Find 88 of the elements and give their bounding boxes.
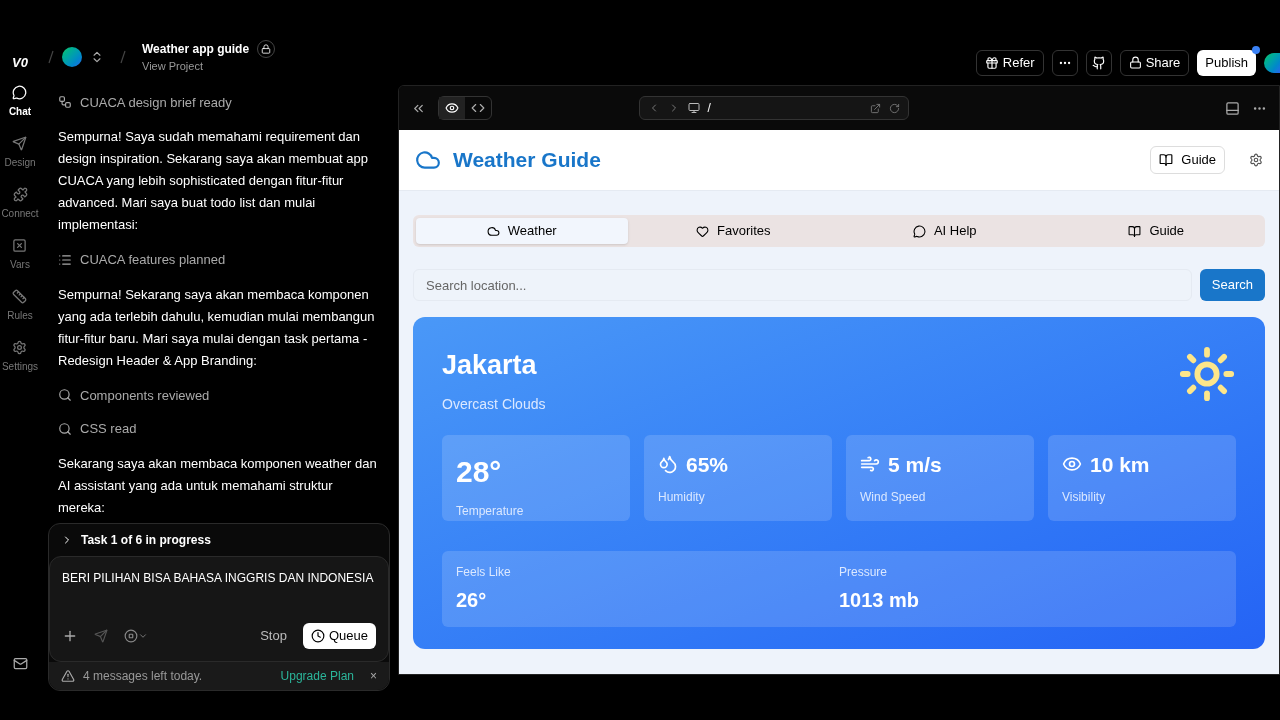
detail-value: 1013 mb bbox=[839, 587, 921, 613]
sun-icon bbox=[1178, 345, 1236, 403]
detail-label: Feels Like bbox=[456, 563, 512, 581]
mail-icon[interactable] bbox=[12, 656, 28, 671]
upgrade-link[interactable]: Upgrade Plan bbox=[280, 666, 354, 685]
send-icon[interactable] bbox=[94, 628, 108, 643]
variable-icon bbox=[12, 238, 28, 253]
refer-button[interactable]: Refer bbox=[975, 49, 1044, 76]
app-tab[interactable]: Guide bbox=[1050, 218, 1262, 244]
separator-icon bbox=[120, 50, 126, 65]
app-tab[interactable]: Favorites bbox=[627, 218, 839, 244]
view-project-link[interactable]: View Project bbox=[142, 58, 276, 75]
project-title: Weather app guide bbox=[142, 41, 250, 58]
heart-icon bbox=[696, 224, 709, 238]
url-path: / bbox=[707, 100, 711, 117]
message-input[interactable]: BERI PILIHAN BISA BAHASA INGGRIS DAN INDONESIA bbox=[62, 568, 376, 607]
rail-item[interactable]: Vars bbox=[10, 238, 30, 289]
stop-button[interactable]: Stop bbox=[260, 625, 287, 646]
step-label: CUACA features planned bbox=[80, 251, 226, 269]
book-icon bbox=[1128, 224, 1142, 238]
step-label: CUACA design brief ready bbox=[80, 93, 232, 112]
step-label: Components reviewed bbox=[80, 386, 210, 405]
rail-item[interactable]: Rules bbox=[7, 289, 33, 340]
book-icon bbox=[1159, 153, 1174, 167]
warning-icon bbox=[61, 668, 75, 683]
detail-label: Pressure bbox=[839, 563, 889, 581]
stat-value: 5 m/s bbox=[888, 451, 942, 478]
chat-icon bbox=[912, 224, 926, 238]
search-field[interactable]: Search location... bbox=[413, 269, 1192, 301]
stat-label: Humidity bbox=[658, 489, 706, 506]
search-icon bbox=[58, 421, 72, 436]
avatar[interactable] bbox=[1264, 52, 1280, 73]
send-icon bbox=[12, 136, 28, 151]
rail-item[interactable]: Chat bbox=[8, 85, 32, 136]
search-icon bbox=[58, 388, 72, 403]
eye-icon bbox=[445, 101, 459, 115]
diagram-icon bbox=[58, 95, 72, 110]
app-title: Weather Guide bbox=[453, 147, 601, 174]
monitor-icon[interactable] bbox=[687, 102, 700, 114]
preview-tab[interactable] bbox=[439, 97, 465, 119]
gift-icon bbox=[984, 55, 999, 70]
detail-value: 26° bbox=[456, 587, 488, 613]
logo[interactable]: V0 bbox=[12, 52, 28, 73]
settings-icon bbox=[12, 340, 28, 355]
github-icon bbox=[1091, 55, 1106, 70]
chat-message: Sekarang saya akan membaca komponen weather dan AI assistant yang ada untuk memahami struktur mereka: bbox=[58, 454, 378, 517]
reload-icon[interactable] bbox=[888, 102, 900, 114]
stat-value: 10 km bbox=[1090, 451, 1150, 478]
task-toggle[interactable]: Task 1 of 6 in progress bbox=[49, 523, 223, 556]
chat-message: Sempurna! Saya sudah memahami requirement dan design inspiration. Sekarang saya akan membuat app CUACA yang lebih sophisticated dengan fitur-fitur advanced. Mari saya buat todo list dan mulai implementasi: bbox=[58, 128, 370, 234]
clock-icon bbox=[310, 628, 325, 643]
stat-label: Wind Speed bbox=[860, 489, 927, 506]
code-icon bbox=[471, 101, 485, 115]
chat-icon bbox=[12, 85, 28, 100]
lock-icon bbox=[1128, 56, 1142, 69]
droplets-icon bbox=[658, 454, 678, 475]
rail-item[interactable]: Design bbox=[4, 136, 36, 187]
queue-button[interactable]: Queue bbox=[302, 622, 376, 649]
weather-condition: Overcast Clouds bbox=[442, 394, 546, 414]
avatar[interactable] bbox=[62, 47, 82, 68]
mode-icon[interactable] bbox=[124, 628, 148, 643]
rail-item[interactable]: Settings bbox=[1, 340, 39, 391]
close-button[interactable]: × bbox=[370, 666, 377, 685]
rail-item[interactable]: Connect bbox=[1, 187, 39, 238]
stat-value: 65% bbox=[686, 451, 729, 478]
settings-icon[interactable] bbox=[1249, 153, 1263, 167]
city-name: Jakarta bbox=[442, 349, 538, 382]
share-button[interactable]: Share bbox=[1119, 49, 1190, 76]
panel-icon[interactable] bbox=[1225, 100, 1240, 116]
separator-icon bbox=[48, 50, 54, 65]
app-tab[interactable]: AI Help bbox=[839, 218, 1051, 244]
guide-button[interactable]: Guide bbox=[1150, 146, 1225, 174]
github-button[interactable] bbox=[1085, 49, 1112, 76]
stat-label: Temperature bbox=[456, 502, 525, 520]
publish-button[interactable]: Publish bbox=[1197, 49, 1256, 76]
chat-message: Sempurna! Sekarang saya akan membaca komponen yang ada terlebih dahulu, kemudian mulai membangun fitur-fitur baru. Mari saya mulai dengan task pertama - Redesign Header & App Branding: bbox=[58, 285, 376, 370]
cloud-icon bbox=[486, 224, 500, 238]
list-icon bbox=[58, 252, 72, 267]
notice-text: 4 messages left today. bbox=[83, 667, 203, 685]
external-link-icon[interactable] bbox=[869, 102, 881, 114]
step-label: CSS read bbox=[80, 420, 137, 438]
app-tab[interactable]: Weather bbox=[416, 218, 628, 244]
ruler-icon bbox=[12, 289, 28, 304]
search-button[interactable]: Search bbox=[1199, 269, 1265, 301]
puzzle-icon bbox=[12, 187, 28, 202]
address-bar[interactable]: / bbox=[638, 96, 909, 120]
stat-label: Visibility bbox=[1062, 489, 1107, 506]
stat-value: 28° bbox=[456, 453, 502, 490]
